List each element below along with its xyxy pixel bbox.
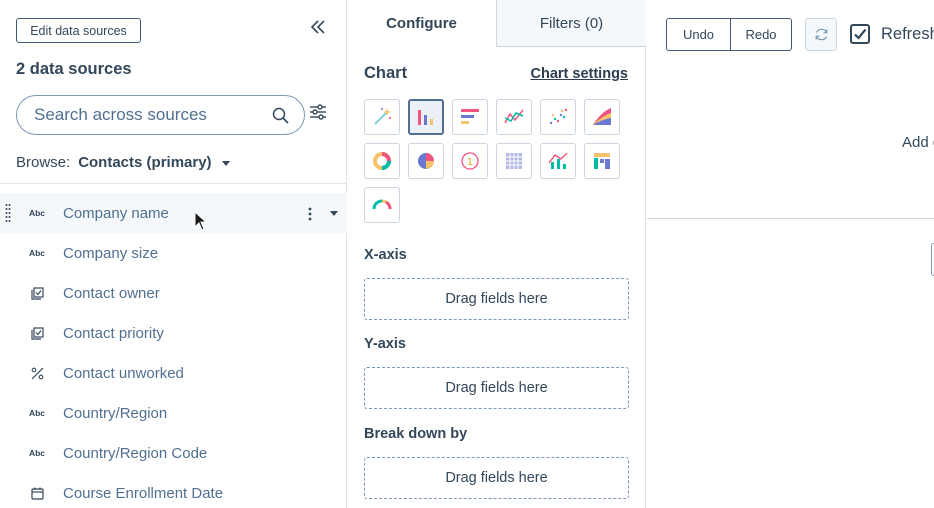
area-chart-icon (593, 108, 611, 125)
preview-panel: Undo Redo Refresh Add d (647, 0, 934, 508)
filter-settings-icon[interactable] (309, 103, 327, 121)
search-placeholder: Search across sources (34, 105, 207, 124)
gauge-chart-icon (372, 199, 392, 210)
chart-type-combo-button[interactable] (540, 143, 576, 179)
svg-text:1: 1 (467, 157, 473, 168)
pie-chart-icon (418, 153, 434, 169)
field-label: Company name (63, 204, 169, 222)
chart-type-scatter-button[interactable] (540, 99, 576, 135)
boolean-type-icon (28, 367, 46, 380)
field-list: Abc Company name Abc Company size Contac… (0, 193, 347, 508)
horizontal-bar-chart-icon (461, 109, 479, 124)
browse-value[interactable]: Contacts (primary) (78, 154, 211, 171)
text-type-icon: Abc (28, 208, 46, 218)
field-item-company-name[interactable]: Abc Company name (0, 193, 347, 233)
field-label: Contact owner (63, 284, 160, 302)
divider (647, 218, 934, 219)
field-item-country-region[interactable]: Abc Country/Region (0, 393, 347, 433)
drag-handle-icon[interactable] (5, 203, 11, 223)
x-axis-dropzone[interactable]: Drag fields here (364, 278, 629, 320)
undo-redo-group: Undo Redo (666, 18, 792, 51)
search-input[interactable]: Search across sources (16, 95, 305, 135)
browse-selector[interactable]: Browse: Contacts (primary) (16, 154, 230, 171)
break-down-by-heading: Break down by (364, 426, 468, 442)
chart-type-horizontal-bar-button[interactable] (452, 99, 488, 135)
enum-type-icon (28, 326, 46, 340)
field-item-company-size[interactable]: Abc Company size (0, 233, 347, 273)
field-label: Country/Region (63, 404, 168, 422)
auto-refresh-label: Refresh (881, 25, 934, 43)
pivot-table-icon (594, 153, 610, 169)
field-item-contact-owner[interactable]: Contact owner (0, 273, 347, 313)
browse-label: Browse: (16, 154, 71, 171)
magic-wand-icon (374, 108, 391, 125)
field-label: Contact priority (63, 324, 164, 342)
redo-button[interactable]: Redo (731, 19, 791, 50)
text-type-icon: Abc (28, 448, 46, 458)
x-axis-heading: X-axis (364, 247, 407, 263)
y-axis-heading: Y-axis (364, 336, 406, 352)
edit-data-sources-button[interactable]: Edit data sources (16, 18, 141, 43)
tab-filters[interactable]: Filters (0) (496, 0, 646, 47)
break-down-by-dropzone[interactable]: Drag fields here (364, 457, 629, 499)
divider (0, 183, 347, 184)
collapse-panel-icon[interactable] (309, 18, 327, 36)
chart-settings-link[interactable]: Chart settings (531, 66, 629, 82)
tab-configure[interactable]: Configure (347, 0, 496, 47)
undo-button[interactable]: Undo (667, 19, 731, 50)
chart-type-line-button[interactable] (496, 99, 532, 135)
scatter-chart-icon (549, 108, 568, 125)
date-type-icon (28, 487, 46, 500)
chart-type-pivot-button[interactable] (584, 143, 620, 179)
configure-panel: Configure Filters (0) Chart Chart settin… (347, 0, 646, 508)
chart-type-magic-button[interactable] (364, 99, 400, 135)
field-item-course-enrollment-date[interactable]: Course Enrollment Date (0, 473, 347, 508)
vertical-bar-chart-icon (418, 110, 433, 125)
chart-type-single-value-button[interactable]: 1 (452, 143, 488, 179)
field-label: Company size (63, 244, 159, 262)
chart-type-area-button[interactable] (584, 99, 620, 135)
chart-heading: Chart (364, 64, 408, 82)
field-item-country-region-code[interactable]: Abc Country/Region Code (0, 433, 347, 473)
auto-refresh-checkbox[interactable] (850, 24, 870, 44)
refresh-button[interactable] (805, 18, 837, 51)
expand-caret-icon[interactable] (330, 211, 338, 216)
caret-down-icon (221, 160, 230, 166)
mouse-cursor-icon (194, 211, 208, 231)
refresh-icon (815, 28, 827, 41)
chart-type-vertical-bar-button[interactable] (408, 99, 444, 135)
chart-type-table-button[interactable] (496, 143, 532, 179)
data-sources-count: 2 data sources (16, 60, 132, 78)
more-options-icon[interactable] (307, 206, 313, 222)
field-item-contact-unworked[interactable]: Contact unworked (0, 353, 347, 393)
combo-chart-icon (548, 152, 568, 169)
checkmark-icon (854, 28, 867, 40)
field-item-contact-priority[interactable]: Contact priority (0, 313, 347, 353)
field-label: Course Enrollment Date (63, 484, 224, 502)
chart-type-gauge-button[interactable] (364, 187, 400, 223)
chart-type-pie-button[interactable] (408, 143, 444, 179)
data-sources-panel: Edit data sources 2 data sources Search … (0, 0, 347, 508)
owner-type-icon (28, 286, 46, 300)
field-label: Country/Region Code (63, 444, 208, 462)
chart-type-donut-button[interactable] (364, 143, 400, 179)
field-label: Contact unworked (63, 364, 184, 382)
text-type-icon: Abc (28, 408, 46, 418)
y-axis-dropzone[interactable]: Drag fields here (364, 367, 629, 409)
donut-chart-icon (373, 152, 391, 170)
search-icon[interactable] (272, 107, 289, 124)
text-type-icon: Abc (28, 248, 46, 258)
table-chart-icon (506, 153, 522, 169)
add-prompt-text: Add d (902, 134, 934, 151)
single-value-icon: 1 (461, 152, 479, 170)
line-chart-icon (504, 109, 524, 124)
